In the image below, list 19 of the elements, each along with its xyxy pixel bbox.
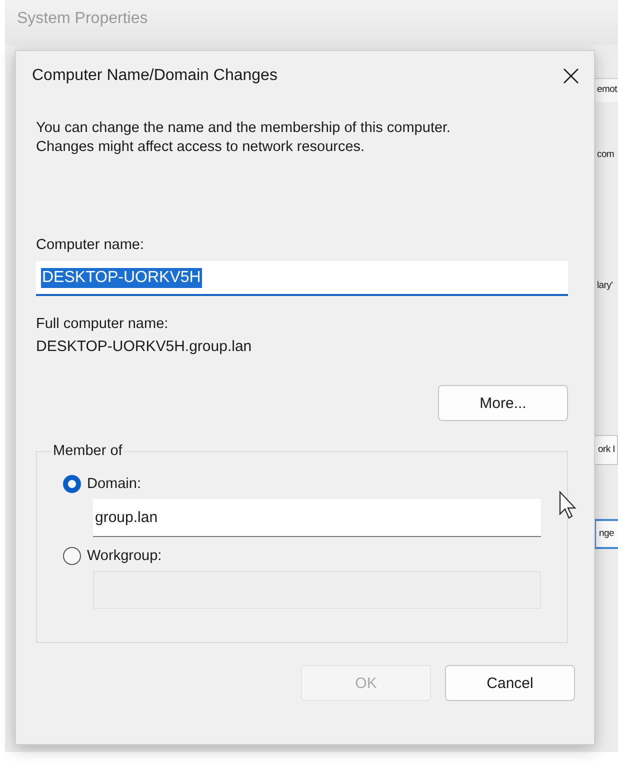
option-label[interactable]: Domain:: [87, 476, 141, 492]
full-name-value: DESKTOP-UORKV5H.group.lan: [36, 338, 253, 355]
background-button[interactable]: nge: [594, 519, 618, 549]
member-of-legend: Member of: [51, 443, 124, 459]
more-button[interactable]: More...: [438, 385, 568, 421]
background-tab[interactable]: emot: [594, 78, 618, 102]
dialog-title: Computer Name/Domain Changes: [32, 67, 278, 85]
full-name-label: Full computer name:: [36, 316, 170, 332]
dialog-button[interactable]: Cancel: [445, 665, 575, 701]
background-window-title: System Properties: [17, 10, 148, 27]
text-field[interactable]: group.lan: [93, 499, 541, 537]
mouse-pointer-icon: [558, 490, 578, 520]
computer-name-label: Computer name:: [36, 237, 145, 253]
description-text: You can change the name and the membership of this computer. Changes might affect access to network resources.: [36, 119, 452, 157]
background-text: com: [596, 148, 616, 162]
computer-name-field[interactable]: DESKTOP-UORKV5H: [36, 261, 568, 296]
background-button[interactable]: ork I: [594, 435, 618, 465]
background-text: lary': [596, 279, 614, 293]
radio-button[interactable]: [63, 475, 81, 493]
